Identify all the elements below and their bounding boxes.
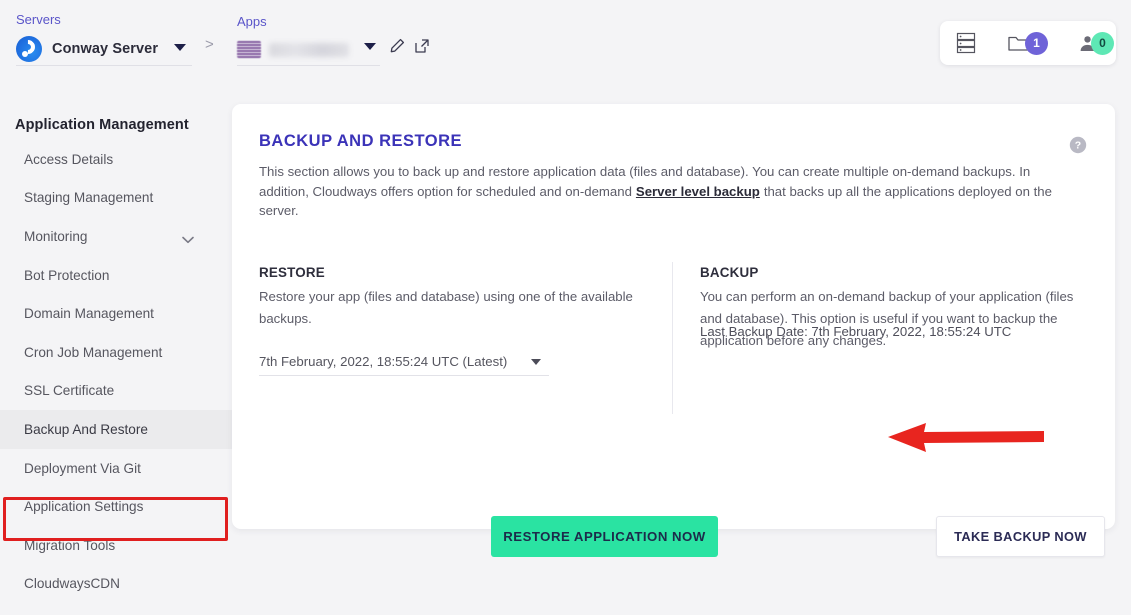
app-chevron-down-icon[interactable] xyxy=(364,43,376,50)
server-stack-icon[interactable] xyxy=(956,32,976,54)
restore-application-now-button[interactable]: RESTORE APPLICATION NOW xyxy=(491,516,718,557)
sidebar-item-label: Monitoring xyxy=(24,228,88,244)
sidebar-item-label: Backup And Restore xyxy=(24,421,148,437)
sidebar-item-label: Staging Management xyxy=(24,190,154,206)
help-circle-icon[interactable]: ? xyxy=(1069,136,1087,154)
sidebar-item-label: Domain Management xyxy=(24,306,154,322)
top-right-status-card: 1 0 xyxy=(940,21,1116,65)
last-backup-date: Last Backup Date: 7th February, 2022, 18… xyxy=(700,324,1012,339)
sidebar: Application Management Access Details Sta… xyxy=(0,88,232,615)
sidebar-item-backup-and-restore[interactable]: Backup And Restore xyxy=(0,410,232,449)
user-count-badge: 0 xyxy=(1091,31,1114,55)
backup-restore-card: BACKUP AND RESTORE This section allows y… xyxy=(232,104,1115,557)
restore-backup-selected-value: 7th February, 2022, 18:55:24 UTC (Latest… xyxy=(259,354,508,369)
sidebar-item-label: Bot Protection xyxy=(24,267,110,283)
external-link-icon[interactable] xyxy=(414,38,430,54)
restore-section: RESTORE Restore your app (files and data… xyxy=(259,265,659,330)
app-root: Servers Conway Server > Apps 1 0 Applica… xyxy=(0,0,1131,615)
sidebar-item-cloudwayscdn[interactable]: CloudwaysCDN xyxy=(0,565,232,604)
folder-count-badge: 1 xyxy=(1025,31,1048,55)
restore-description: Restore your app (files and database) us… xyxy=(259,289,633,326)
chevron-down-icon[interactable] xyxy=(174,44,186,51)
breadcrumb-servers-label: Servers xyxy=(16,12,61,27)
cloudways-logo-icon xyxy=(16,35,42,62)
server-selector[interactable]: Conway Server xyxy=(16,32,192,66)
page-title: BACKUP AND RESTORE xyxy=(259,132,463,150)
app-thumbnail-icon xyxy=(237,41,261,58)
app-name-label xyxy=(269,42,349,57)
sidebar-item-monitoring[interactable]: Monitoring xyxy=(0,217,232,256)
sidebar-item-label: Application Settings xyxy=(24,499,144,515)
card-description: This section allows you to back up and r… xyxy=(259,162,1081,221)
restore-heading: RESTORE xyxy=(259,265,325,280)
take-backup-now-button[interactable]: TAKE BACKUP NOW xyxy=(936,516,1105,557)
sidebar-item-label: SSL Certificate xyxy=(24,383,115,399)
sidebar-item-cron-job-management[interactable]: Cron Job Management xyxy=(0,333,232,372)
sidebar-item-migration-tools[interactable]: Migration Tools xyxy=(0,526,232,565)
column-divider xyxy=(672,262,673,414)
server-level-backup-link[interactable]: Server level backup xyxy=(632,184,764,199)
sidebar-item-label: Migration Tools xyxy=(24,537,116,553)
chevron-down-icon[interactable] xyxy=(182,232,194,244)
breadcrumb-apps-label: Apps xyxy=(237,14,267,29)
sidebar-item-deployment-via-git[interactable]: Deployment Via Git xyxy=(0,449,232,488)
app-selector[interactable] xyxy=(237,34,380,66)
sidebar-item-ssl-certificate[interactable]: SSL Certificate xyxy=(0,372,232,411)
sidebar-title: Application Management xyxy=(15,117,189,133)
sidebar-item-application-settings[interactable]: Application Settings xyxy=(0,487,232,526)
svg-text:?: ? xyxy=(1075,140,1081,152)
applications-folder-item[interactable]: 1 xyxy=(1008,31,1048,55)
chevron-down-icon xyxy=(531,358,541,365)
sidebar-item-label: CloudwaysCDN xyxy=(24,576,120,592)
sidebar-item-label: Cron Job Management xyxy=(24,344,163,360)
edit-pencil-icon[interactable] xyxy=(389,38,405,54)
top-bar: Servers Conway Server > Apps 1 0 xyxy=(0,0,1131,88)
sidebar-item-label: Deployment Via Git xyxy=(24,460,141,476)
server-name-label: Conway Server xyxy=(52,40,159,57)
users-item[interactable]: 0 xyxy=(1078,31,1114,55)
sidebar-item-bot-protection[interactable]: Bot Protection xyxy=(0,256,232,295)
sidebar-menu: Access Details Staging Management Monitori… xyxy=(0,140,232,603)
backup-description: You can perform an on-demand backup of y… xyxy=(700,289,1074,348)
sidebar-item-access-details[interactable]: Access Details xyxy=(0,140,232,179)
sidebar-item-staging-management[interactable]: Staging Management xyxy=(0,179,232,218)
restore-backup-select[interactable]: 7th February, 2022, 18:55:24 UTC (Latest… xyxy=(259,348,549,376)
sidebar-item-label: Access Details xyxy=(24,151,114,167)
breadcrumb-separator: > xyxy=(205,36,214,53)
sidebar-item-domain-management[interactable]: Domain Management xyxy=(0,294,232,333)
backup-heading: BACKUP xyxy=(700,265,759,280)
